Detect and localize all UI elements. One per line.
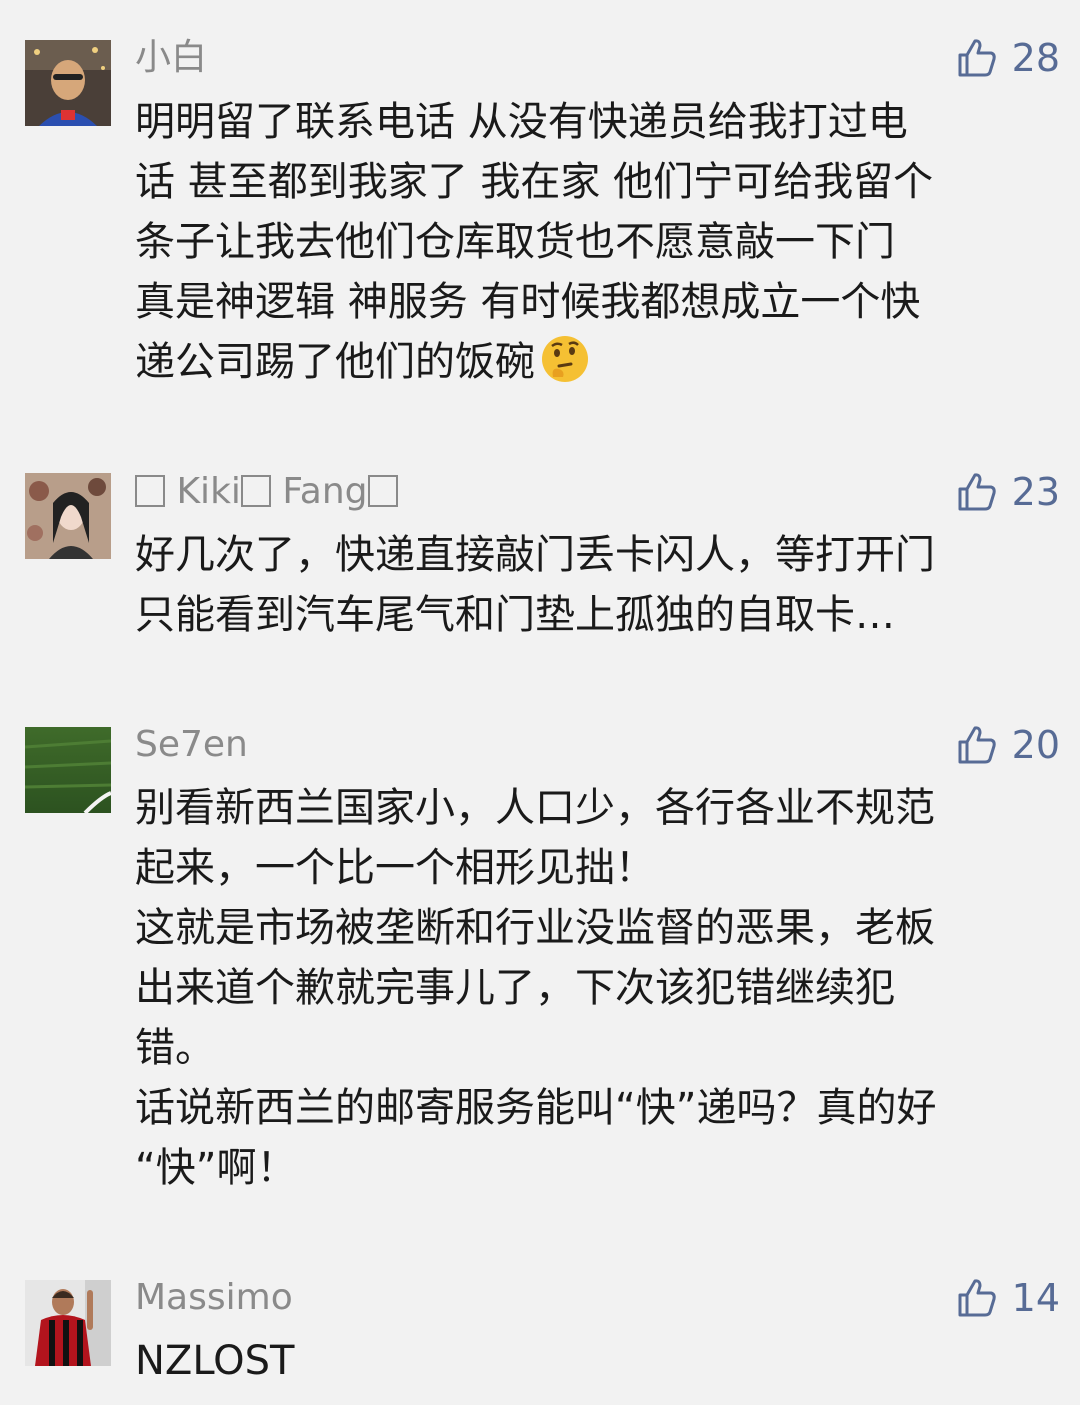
comment-line: 这就是市场被垄断和行业没监督的恶果，老板 <box>135 905 935 951</box>
thumbs-up-icon <box>958 726 996 764</box>
author-name-part: Kiki <box>176 471 241 512</box>
avatar[interactable] <box>25 40 111 126</box>
comment-line: 条子让我去他们仓库取货也不愿意敲一下门 <box>135 219 895 265</box>
comment-author[interactable]: Massimo <box>135 1276 293 1320</box>
comment-line: 好几次了，快递直接敲门丢卡闪人，等打开门 <box>135 532 935 578</box>
unsupported-glyph-box <box>240 475 271 507</box>
thinking-face-emoji <box>539 333 591 402</box>
comment-line: NZLOST <box>135 1338 295 1384</box>
comment-line: 别看新西兰国家小，人口少，各行各业不规范 <box>135 785 935 831</box>
like-count: 28 <box>1011 36 1060 80</box>
comment-author[interactable]: Se7en <box>135 723 248 767</box>
comment-text: 好几次了，快递直接敲门丢卡闪人，等打开门 只能看到汽车尾气和门垫上孤独的自取卡… <box>135 525 1060 645</box>
like-button[interactable]: 28 <box>956 36 1060 80</box>
thumbs-up-icon <box>958 1279 996 1317</box>
unsupported-glyph-box <box>367 475 398 507</box>
avatar[interactable] <box>25 727 111 813</box>
comment-line: 话 甚至都到我家了 我在家 他们宁可给我留个 <box>135 159 934 205</box>
like-count: 14 <box>1011 1276 1060 1320</box>
author-name-part: Fang <box>282 471 368 512</box>
comment-line: 只能看到汽车尾气和门垫上孤独的自取卡… <box>135 592 895 638</box>
comment-text: 别看新西兰国家小，人口少，各行各业不规范 起来，一个比一个相形见拙！ 这就是市场… <box>135 778 1060 1198</box>
like-button[interactable]: 23 <box>956 470 1060 514</box>
avatar[interactable] <box>25 473 111 559</box>
comment-author[interactable]: 小白 <box>135 36 207 80</box>
comment-author[interactable]: Kiki Fang <box>135 470 398 514</box>
avatar[interactable] <box>25 1280 111 1366</box>
comment-line: 递公司踢了他们的饭碗 <box>135 332 1060 402</box>
unsupported-glyph-box <box>135 475 165 507</box>
comment-text: 明明留了联系电话 从没有快递员给我打过电 话 甚至都到我家了 我在家 他们宁可给… <box>135 92 1060 402</box>
comment-line: 话说新西兰的邮寄服务能叫“快”递吗？真的好 <box>135 1085 937 1131</box>
comment-line: 明明留了联系电话 从没有快递员给我打过电 <box>135 99 908 145</box>
comment-line: 起来，一个比一个相形见拙！ <box>135 845 655 891</box>
comment-line: “快”啊！ <box>135 1145 297 1191</box>
like-button[interactable]: 14 <box>956 1276 1060 1320</box>
like-count: 20 <box>1011 723 1060 767</box>
comment-line-text: 递公司踢了他们的饭碗 <box>135 339 535 385</box>
comment-line: 真是神逻辑 神服务 有时候我都想成立一个快 <box>135 279 921 325</box>
like-button[interactable]: 20 <box>956 723 1060 767</box>
comment-text: NZLOST <box>135 1331 1060 1391</box>
comment-line: 错。 <box>135 1025 215 1071</box>
thumbs-up-icon <box>958 473 996 511</box>
thumbs-up-icon <box>958 39 996 77</box>
like-count: 23 <box>1011 470 1060 514</box>
comment-line: 出来道个歉就完事儿了，下次该犯错继续犯 <box>135 965 895 1011</box>
